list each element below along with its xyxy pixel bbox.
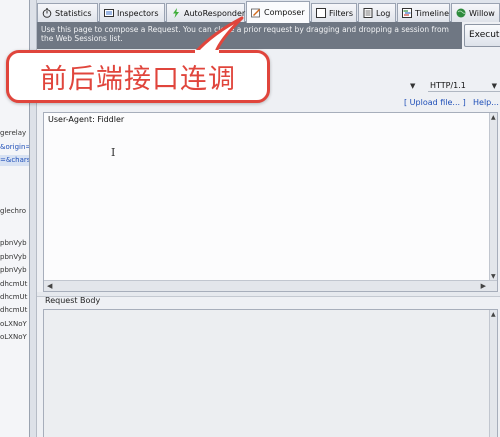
- tab-label: Inspectors: [117, 8, 159, 18]
- upload-file-link[interactable]: [ Upload file... ]: [404, 98, 466, 107]
- request-body-input[interactable]: ▲: [43, 309, 498, 437]
- globe-icon: [456, 8, 466, 18]
- chevron-down-icon: ▼: [491, 82, 497, 90]
- session-row[interactable]: pbnVyb: [0, 265, 29, 276]
- chevron-down-icon[interactable]: ▼: [410, 80, 415, 92]
- request-body-label: Request Body: [45, 296, 101, 305]
- help-link[interactable]: Help...: [473, 98, 499, 107]
- tab-label: Filters: [329, 8, 353, 18]
- tab-label: Willow: [469, 8, 495, 18]
- scroll-right-icon[interactable]: ▶: [481, 282, 486, 290]
- session-row[interactable]: oLXNoY: [0, 319, 29, 330]
- http-version-select[interactable]: HTTP/1.1 ▼: [428, 80, 500, 92]
- tab-label: Composer: [264, 8, 305, 17]
- callout-pointer: [194, 16, 244, 56]
- session-row[interactable]: pbnVyb: [0, 238, 29, 249]
- session-row[interactable]: dhcmUt: [0, 292, 29, 303]
- tab-statistics[interactable]: Statistics: [37, 3, 98, 22]
- headers-vertical-scrollbar[interactable]: ▲ ▼: [489, 113, 497, 281]
- tab-label: Statistics: [55, 8, 92, 18]
- tab-bar: Statistics Inspectors AutoResponder Comp…: [37, 0, 500, 23]
- scroll-up-icon[interactable]: ▲: [491, 311, 496, 318]
- http-version-value: HTTP/1.1: [430, 81, 466, 90]
- tab-label: Timeline: [415, 8, 450, 18]
- session-row[interactable]: dhcmUt: [0, 305, 29, 316]
- scroll-left-icon[interactable]: ◀: [47, 282, 52, 290]
- session-row[interactable]: dhcmUt: [0, 279, 29, 290]
- tab-inspectors[interactable]: Inspectors: [99, 3, 165, 22]
- tab-willow[interactable]: Willow: [451, 3, 500, 22]
- session-row[interactable]: &origin=: [0, 142, 29, 153]
- session-row[interactable]: gerelay: [0, 128, 29, 139]
- lightning-icon: [171, 8, 181, 18]
- annotation-callout: 前后端接口连调: [6, 50, 270, 103]
- pane-splitter[interactable]: [37, 292, 500, 297]
- timeline-icon: [402, 8, 412, 18]
- session-row[interactable]: pbnVyb: [0, 252, 29, 263]
- request-headers-text: User-Agent: Fiddler: [48, 115, 125, 124]
- inspectors-icon: [104, 8, 114, 18]
- text-cursor-icon: I: [111, 146, 116, 159]
- tab-composer[interactable]: Composer: [246, 1, 310, 23]
- stopwatch-icon: [42, 8, 52, 18]
- scroll-down-icon[interactable]: ▼: [491, 273, 496, 280]
- execute-button[interactable]: Executе: [464, 24, 500, 47]
- log-icon: [363, 8, 373, 18]
- session-row[interactable]: glechro: [0, 206, 29, 217]
- tab-timeline[interactable]: Timeline: [397, 3, 450, 22]
- tab-label: Log: [376, 8, 391, 18]
- checkbox-icon: [316, 8, 326, 18]
- session-row[interactable]: =&chars: [0, 155, 29, 166]
- session-row[interactable]: oLXNoY: [0, 332, 29, 343]
- request-headers-input[interactable]: User-Agent: Fiddler I ▲ ▼ ◀ ▶: [43, 112, 498, 292]
- body-vertical-scrollbar[interactable]: ▲: [489, 310, 497, 437]
- tab-filters[interactable]: Filters: [311, 3, 357, 22]
- annotation-callout-text: 前后端接口连调: [40, 64, 236, 95]
- pencil-icon: [251, 8, 261, 18]
- tab-log[interactable]: Log: [358, 3, 396, 22]
- scroll-up-icon[interactable]: ▲: [491, 114, 496, 121]
- headers-horizontal-scrollbar[interactable]: ◀ ▶: [44, 280, 497, 291]
